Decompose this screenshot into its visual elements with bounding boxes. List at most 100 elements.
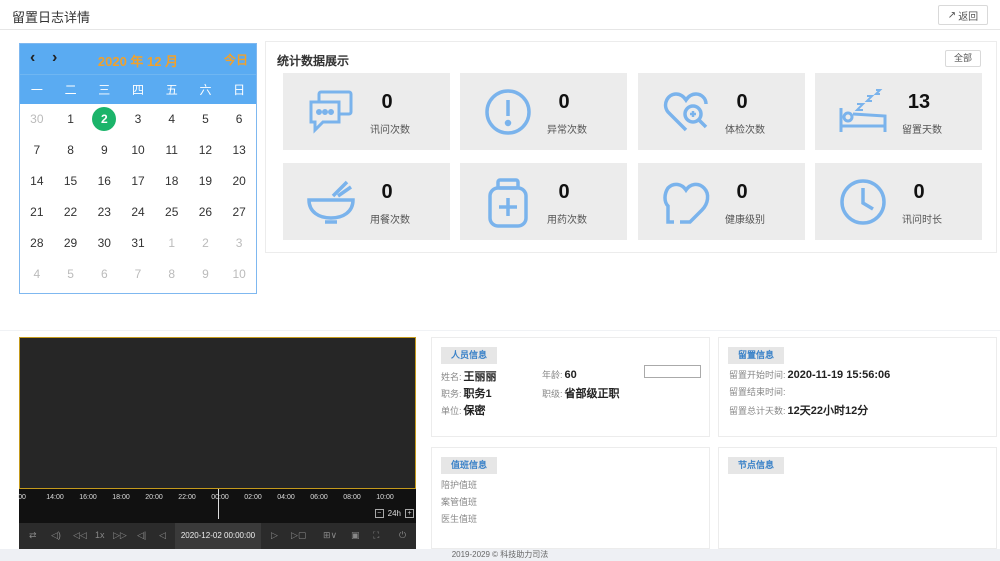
back-button[interactable]: ↗ 返回 [938, 5, 988, 25]
duty-info-panel: 值班信息 陪护值班 案管值班 医生值班 [431, 447, 710, 549]
chat-icon [305, 86, 357, 138]
calendar-day[interactable]: 18 [155, 166, 189, 197]
calendar-day[interactable]: 5 [54, 259, 88, 290]
rewind-icon[interactable]: ◁ [159, 530, 166, 541]
stat-card[interactable]: 0 讯问次数 [283, 73, 450, 150]
layout-icon[interactable]: ⊞∨ [323, 530, 337, 541]
calendar-day[interactable]: 17 [121, 166, 155, 197]
duty-escort: 陪护值班 [441, 480, 478, 490]
calendar-day[interactable]: 10 [121, 135, 155, 166]
calendar-day[interactable]: 27 [222, 197, 256, 228]
back-button-label: 返回 [958, 11, 979, 23]
timeline-tick: 10:00 [376, 494, 394, 501]
calendar-day[interactable]: 8 [54, 135, 88, 166]
calendar-day[interactable]: 22 [54, 197, 88, 228]
playback-datetime[interactable]: 2020-12-02 00:00:00 [175, 523, 261, 549]
stat-value: 0 [913, 181, 925, 203]
stat-label: 讯问时长 [902, 215, 942, 226]
stat-label: 讯问次数 [370, 125, 410, 136]
play-icon[interactable]: ▷ [271, 530, 278, 541]
prev-frame-icon[interactable]: ◁| [137, 530, 146, 541]
video-screen[interactable] [19, 337, 416, 489]
calendar-day[interactable]: 25 [155, 197, 189, 228]
calendar-day[interactable]: 5 [189, 104, 223, 135]
stat-card[interactable]: 0 异常次数 [460, 73, 627, 150]
timeline-tick: 22:00 [178, 494, 196, 501]
bowl-icon [305, 176, 357, 228]
header: 留置日志详情 ↗ 返回 [0, 0, 1000, 30]
slow-down-icon[interactable]: ◁◁ [73, 530, 87, 541]
today-button[interactable]: 今日 [224, 51, 248, 68]
snapshot-icon[interactable]: ▣ [351, 530, 360, 541]
stat-card[interactable]: 0 讯问时长 [815, 163, 982, 240]
stat-card[interactable]: 0 健康级别 [638, 163, 805, 240]
calendar-day[interactable]: 11 [155, 135, 189, 166]
calendar-day[interactable]: 21 [20, 197, 54, 228]
calendar-day[interactable]: 3 [222, 228, 256, 259]
calendar-day[interactable]: 7 [20, 135, 54, 166]
calendar-day[interactable]: 2 [189, 228, 223, 259]
calendar-day[interactable]: 4 [155, 104, 189, 135]
calendar-day[interactable]: 1 [54, 104, 88, 135]
calendar-day[interactable]: 28 [20, 228, 54, 259]
calendar-day[interactable]: 1 [155, 228, 189, 259]
fullscreen-icon[interactable]: ⛶ [373, 530, 379, 541]
stat-value: 13 [907, 91, 931, 113]
calendar-day[interactable]: 15 [54, 166, 88, 197]
calendar: ‹ › 2020 年 12 月 今日 一二三四五六日 30 1 2 3 4 5 6 7 8 9 10… [19, 43, 257, 294]
volume-icon[interactable]: ◁) [51, 530, 61, 541]
next-frame-icon[interactable]: ▷▢ [291, 530, 306, 541]
weekday-label: 一 [30, 83, 43, 97]
calendar-day[interactable]: 16 [87, 166, 121, 197]
calendar-day[interactable]: 30 [87, 228, 121, 259]
calendar-day[interactable]: 6 [222, 104, 256, 135]
speed-up-icon[interactable]: ▷▷ [113, 530, 127, 541]
calendar-day[interactable]: 4 [20, 259, 54, 290]
stat-card[interactable]: 0 用药次数 [460, 163, 627, 240]
stat-card[interactable]: 0 用餐次数 [283, 163, 450, 240]
calendar-day[interactable]: 24 [121, 197, 155, 228]
all-button[interactable]: 全部 [945, 50, 981, 67]
calendar-day-selected[interactable]: 2 [87, 104, 121, 135]
post-field: 职务: 职务1 [441, 388, 492, 400]
calendar-day[interactable]: 19 [189, 166, 223, 197]
detention-info-title: 留置信息 [728, 347, 785, 364]
stat-label: 用药次数 [547, 215, 587, 226]
settings-icon[interactable]: ⇄ [29, 530, 37, 541]
power-icon[interactable]: ⏻ [399, 530, 406, 541]
zoom-in-icon[interactable]: + [405, 509, 414, 518]
stat-value: 0 [558, 181, 570, 203]
calendar-day[interactable]: 31 [121, 228, 155, 259]
calendar-day[interactable]: 20 [222, 166, 256, 197]
stat-value: 0 [381, 181, 393, 203]
heart-icon [660, 176, 712, 228]
calendar-day[interactable]: 9 [189, 259, 223, 290]
calendar-day[interactable]: 3 [121, 104, 155, 135]
calendar-day[interactable]: 29 [54, 228, 88, 259]
calendar-day[interactable]: 23 [87, 197, 121, 228]
calendar-day[interactable]: 8 [155, 259, 189, 290]
stat-card[interactable]: 13 留置天数 [815, 73, 982, 150]
stat-card[interactable]: 0 体检次数 [638, 73, 805, 150]
stat-label: 留置天数 [902, 125, 942, 136]
node-info-panel: 节点信息 [718, 447, 997, 549]
video-controls: ⇄ ◁) ◁◁ 1x ▷▷ ◁| ◁ 2020-12-02 00:00:00 ▷… [19, 523, 416, 549]
calendar-day[interactable]: 12 [189, 135, 223, 166]
calendar-day[interactable]: 14 [20, 166, 54, 197]
timeline-tick: 18:00 [112, 494, 130, 501]
weekday-label: 日 [233, 83, 246, 97]
video-timeline[interactable]: − 24h + 00 14:00 16:00 18:00 20:00 22:00 00:00… [18, 489, 416, 523]
zoom-out-icon[interactable]: − [374, 509, 384, 518]
calendar-day[interactable]: 7 [121, 259, 155, 290]
calendar-day[interactable]: 6 [87, 259, 121, 290]
calendar-day[interactable]: 9 [87, 135, 121, 166]
person-info-title: 人员信息 [441, 347, 498, 364]
calendar-day[interactable]: 26 [189, 197, 223, 228]
calendar-day[interactable]: 13 [222, 135, 256, 166]
stat-value: 0 [558, 91, 570, 113]
calendar-day[interactable]: 30 [20, 104, 54, 135]
calendar-weekdays: 一二三四五六日 [20, 74, 256, 104]
person-photo [644, 365, 701, 378]
stat-label: 体检次数 [725, 125, 765, 136]
calendar-day[interactable]: 10 [222, 259, 256, 290]
